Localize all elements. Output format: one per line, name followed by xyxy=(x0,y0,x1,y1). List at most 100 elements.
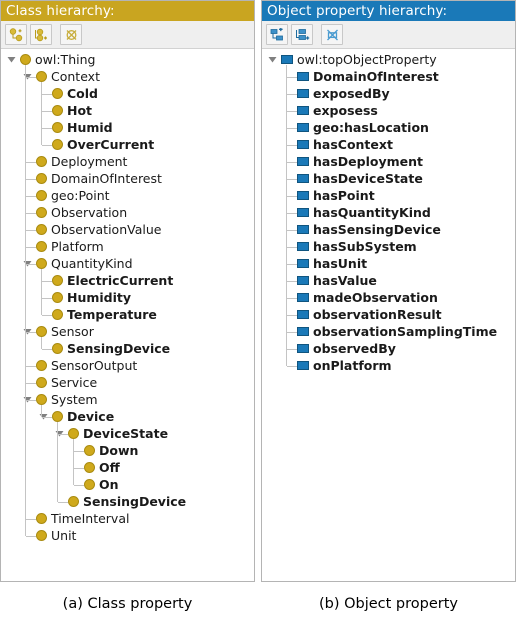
add-subclass-button[interactable] xyxy=(5,24,27,45)
tree-row[interactable]: Unit xyxy=(1,527,254,544)
add-sibling-property-icon xyxy=(295,28,309,40)
class-node-icon xyxy=(52,275,63,286)
object-property-icon xyxy=(297,89,309,98)
tree-row[interactable]: geo:Point xyxy=(1,187,254,204)
tree-row[interactable]: QuantityKind xyxy=(1,255,254,272)
tree-connector-line xyxy=(73,484,84,486)
tree-item-label: SensingDevice xyxy=(67,341,171,356)
tree-item-label: hasDeviceState xyxy=(313,171,423,186)
tree-item-label: ElectricCurrent xyxy=(67,273,174,288)
delete-class-button[interactable] xyxy=(60,24,82,45)
tree-item-label: Off xyxy=(99,460,120,475)
tree-row[interactable]: OverCurrent xyxy=(1,136,254,153)
tree-item-label: hasContext xyxy=(313,137,393,152)
tree-row[interactable]: Down xyxy=(1,442,254,459)
object-property-icon xyxy=(297,225,309,234)
tree-row[interactable]: Humidity xyxy=(1,289,254,306)
tree-row[interactable]: hasUnit xyxy=(262,255,515,272)
tree-row[interactable]: Temperature xyxy=(1,306,254,323)
tree-connector-line xyxy=(286,195,297,197)
tree-row[interactable]: geo:hasLocation xyxy=(262,119,515,136)
tree-connector-line xyxy=(286,64,287,366)
tree-row[interactable]: Platform xyxy=(1,238,254,255)
tree-row[interactable]: DomainOfInterest xyxy=(262,68,515,85)
tree-row[interactable]: hasQuantityKind xyxy=(262,204,515,221)
tree-connector-line xyxy=(25,263,36,265)
tree-row[interactable]: madeObservation xyxy=(262,289,515,306)
tree-row[interactable]: Service xyxy=(1,374,254,391)
tree-row[interactable]: Sensor xyxy=(1,323,254,340)
add-subproperty-icon xyxy=(270,27,283,40)
class-node-icon xyxy=(52,309,63,320)
tree-item-label: SensingDevice xyxy=(83,494,187,509)
tree-row[interactable]: DomainOfInterest xyxy=(1,170,254,187)
tree-row[interactable]: Context xyxy=(1,68,254,85)
object-property-icon xyxy=(297,208,309,217)
tree-row[interactable]: hasSubSystem xyxy=(262,238,515,255)
object-property-tree[interactable]: owl:topObjectProperty DomainOfInterest exp… xyxy=(262,49,515,581)
class-node-icon xyxy=(36,207,47,218)
tree-row[interactable]: hasSensingDevice xyxy=(262,221,515,238)
tree-row[interactable]: hasPoint xyxy=(262,187,515,204)
class-tree[interactable]: owl:Thing Context Cold Hot Humid OverCurrent D… xyxy=(1,49,254,581)
tree-row[interactable]: hasValue xyxy=(262,272,515,289)
tree-connector-line xyxy=(41,280,52,282)
tree-row[interactable]: On xyxy=(1,476,254,493)
tree-connector-line xyxy=(25,212,36,214)
object-property-icon xyxy=(297,344,309,353)
tree-connector-line xyxy=(25,365,36,367)
add-subproperty-button[interactable] xyxy=(266,24,288,45)
tree-row[interactable]: TimeInterval xyxy=(1,510,254,527)
tree-row[interactable]: hasDeployment xyxy=(262,153,515,170)
tree-row[interactable]: observationResult xyxy=(262,306,515,323)
tree-row[interactable]: Off xyxy=(1,459,254,476)
tree-row[interactable]: Cold xyxy=(1,85,254,102)
tree-row[interactable]: Observation xyxy=(1,204,254,221)
tree-row[interactable]: System xyxy=(1,391,254,408)
tree-row[interactable]: Humid xyxy=(1,119,254,136)
tree-row[interactable]: SensingDevice xyxy=(1,340,254,357)
tree-row[interactable]: observedBy xyxy=(262,340,515,357)
tree-connector-line xyxy=(286,110,297,112)
tree-item-label: Cold xyxy=(67,86,98,101)
tree-connector-line xyxy=(73,467,84,469)
expand-collapse-triangle-icon[interactable] xyxy=(267,51,278,68)
tree-item-label: geo:Point xyxy=(51,188,110,203)
tree-item-label: hasSensingDevice xyxy=(313,222,441,237)
tree-row[interactable]: exposess xyxy=(262,102,515,119)
tree-connector-line xyxy=(25,195,36,197)
expand-collapse-triangle-icon[interactable] xyxy=(6,51,17,68)
tree-row[interactable]: SensorOutput xyxy=(1,357,254,374)
tree-row[interactable]: owl:Thing xyxy=(1,51,254,68)
tree-connector-line xyxy=(25,178,36,180)
tree-row[interactable]: ElectricCurrent xyxy=(1,272,254,289)
tree-connector-line xyxy=(41,336,42,349)
tree-item-label: Unit xyxy=(51,528,77,543)
class-node-icon xyxy=(52,411,63,422)
class-node-icon xyxy=(52,343,63,354)
tree-row[interactable]: owl:topObjectProperty xyxy=(262,51,515,68)
tree-row[interactable]: Hot xyxy=(1,102,254,119)
tree-connector-line xyxy=(286,144,297,146)
tree-item-label: onPlatform xyxy=(313,358,392,373)
tree-item-label: observedBy xyxy=(313,341,396,356)
object-property-toolbar xyxy=(262,21,515,49)
tree-row[interactable]: SensingDevice xyxy=(1,493,254,510)
tree-connector-line xyxy=(41,314,52,316)
delete-property-button[interactable] xyxy=(321,24,343,45)
tree-row[interactable]: Deployment xyxy=(1,153,254,170)
add-sibling-property-button[interactable] xyxy=(291,24,313,45)
tree-connector-line xyxy=(57,421,58,502)
tree-row[interactable]: hasDeviceState xyxy=(262,170,515,187)
object-property-icon xyxy=(297,72,309,81)
tree-row[interactable]: ObservationValue xyxy=(1,221,254,238)
tree-row[interactable]: DeviceState xyxy=(1,425,254,442)
add-sibling-class-button[interactable] xyxy=(30,24,52,45)
tree-row[interactable]: onPlatform xyxy=(262,357,515,374)
tree-row[interactable]: observationSamplingTime xyxy=(262,323,515,340)
tree-row[interactable]: Device xyxy=(1,408,254,425)
tree-row[interactable]: exposedBy xyxy=(262,85,515,102)
tree-connector-line xyxy=(286,229,297,231)
class-node-icon xyxy=(84,445,95,456)
tree-row[interactable]: hasContext xyxy=(262,136,515,153)
